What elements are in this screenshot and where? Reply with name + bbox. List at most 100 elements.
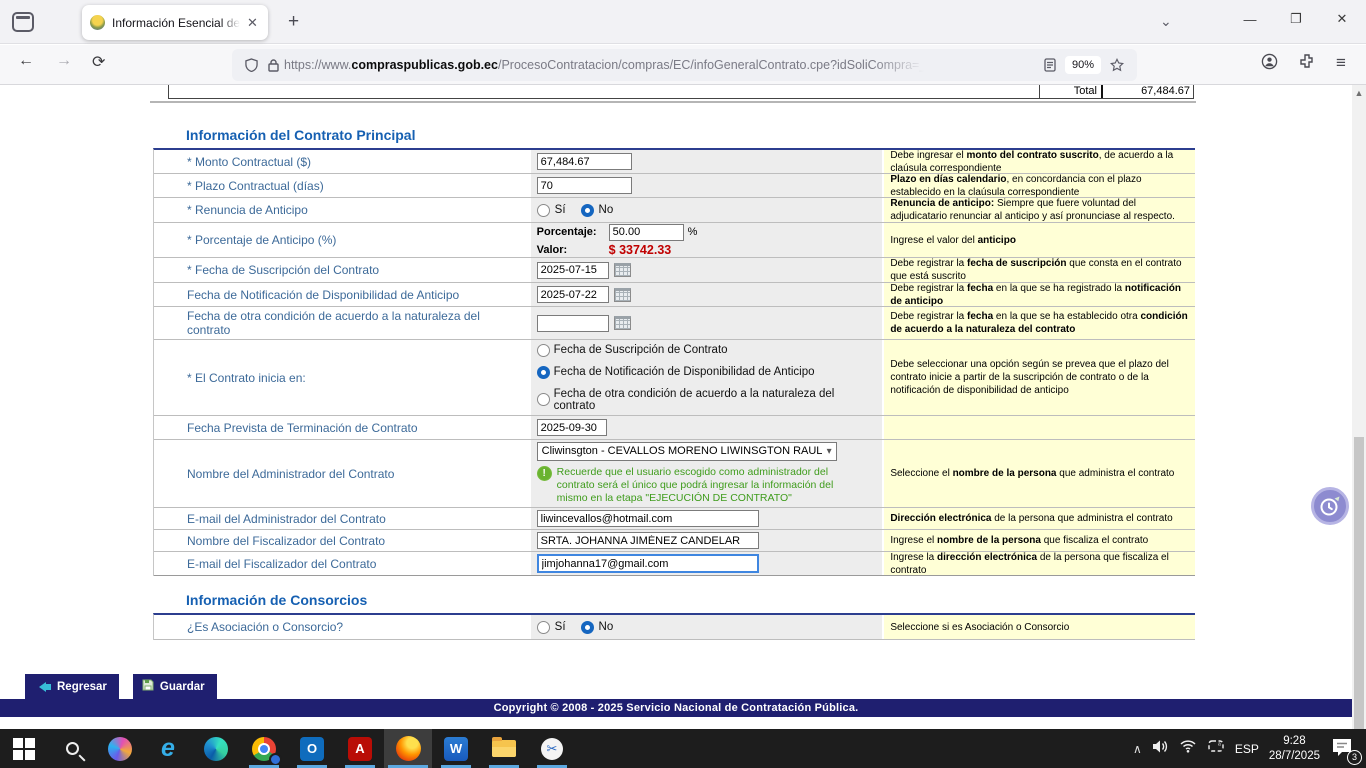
- url-text: https://www.compraspublicas.gob.ec/Proce…: [284, 58, 924, 72]
- restore-button[interactable]: ❐: [1273, 0, 1319, 38]
- field-help: Debe ingresar el monto del contrato susc…: [882, 150, 1195, 173]
- back-arrow-icon: [34, 682, 51, 692]
- calendar-icon[interactable]: [614, 316, 631, 330]
- shield-icon[interactable]: [245, 58, 258, 72]
- row-fecha-prevista-terminacion: Fecha Prevista de Terminación de Contrat…: [154, 416, 1195, 440]
- row-fecha-otra-condicion: Fecha de otra condición de acuerdo a la …: [154, 307, 1195, 340]
- row-porcentaje-anticipo: * Porcentaje de Anticipo (%) Porcentaje:…: [154, 223, 1195, 258]
- floating-timer-widget[interactable]: [1311, 487, 1349, 525]
- scroll-up-arrow-icon[interactable]: ▲: [1352, 85, 1366, 98]
- email-administrador-input[interactable]: [537, 510, 759, 527]
- consorcio-si-radio[interactable]: [537, 621, 550, 634]
- wifi-icon[interactable]: [1179, 739, 1197, 758]
- radio-label-no: No: [599, 204, 614, 216]
- fecha-notificacion-input[interactable]: [537, 286, 609, 303]
- acrobat-icon[interactable]: A: [336, 729, 384, 768]
- forward-button[interactable]: →: [56, 52, 72, 70]
- back-button[interactable]: ←: [18, 52, 34, 70]
- porcentaje-input[interactable]: [609, 224, 684, 241]
- snipping-tool-icon[interactable]: ✂: [528, 729, 576, 768]
- fiscalizador-nombre-input[interactable]: [537, 532, 759, 549]
- zoom-level-button[interactable]: 90%: [1065, 56, 1101, 74]
- search-icon[interactable]: [48, 729, 96, 768]
- administrador-selected-value: Cliwinsgton - CEVALLOS MORENO LIWINSGTON…: [542, 445, 823, 457]
- field-label: * Fecha de Suscripción del Contrato: [154, 258, 531, 282]
- tab-close-icon[interactable]: ✕: [247, 16, 258, 29]
- monto-contractual-input[interactable]: [537, 153, 632, 170]
- calendar-icon[interactable]: [614, 288, 631, 302]
- browser-tab[interactable]: Información Esencial del Contra ✕: [82, 5, 268, 40]
- anticipo-valor: $ 33742.33: [609, 243, 672, 257]
- fecha-prevista-input[interactable]: [537, 419, 607, 436]
- connect-display-icon[interactable]: a: [1207, 739, 1225, 759]
- renuncia-no-radio[interactable]: [581, 204, 594, 217]
- field-label: * Monto Contractual ($): [154, 150, 531, 173]
- copilot-icon[interactable]: [96, 729, 144, 768]
- firefox-view-icon[interactable]: [12, 12, 34, 32]
- close-button[interactable]: ✕: [1319, 0, 1365, 38]
- plazo-contractual-input[interactable]: [537, 177, 632, 194]
- row-fecha-notificacion: Fecha de Notificación de Disponibilidad …: [154, 283, 1195, 307]
- fecha-suscripcion-input[interactable]: [537, 262, 609, 279]
- radio-label-no: No: [599, 621, 614, 633]
- field-label: Fecha de otra condición de acuerdo a la …: [154, 307, 531, 339]
- volume-icon[interactable]: [1152, 739, 1169, 759]
- field-help: Ingrese la dirección electrónica de la p…: [882, 552, 1195, 575]
- firefox-icon[interactable]: [384, 729, 432, 768]
- guardar-button[interactable]: Guardar: [133, 674, 217, 700]
- field-label: * Plazo Contractual (días): [154, 174, 531, 197]
- administrador-note: Recuerde que el usuario escogido como ad…: [557, 466, 867, 505]
- bookmark-star-icon[interactable]: [1110, 58, 1124, 72]
- lock-icon[interactable]: [268, 59, 279, 72]
- tray-chevron-up-icon[interactable]: ∧: [1133, 742, 1142, 756]
- inicia-opcion2-radio[interactable]: [537, 366, 550, 379]
- inicia-opcion1-radio[interactable]: [537, 344, 550, 357]
- scrollbar-thumb[interactable]: [1354, 437, 1364, 729]
- minimize-button[interactable]: —: [1227, 0, 1273, 38]
- porcentaje-label: Porcentaje:: [537, 226, 605, 238]
- menu-hamburger-icon[interactable]: ≡: [1336, 53, 1346, 73]
- edge-icon[interactable]: [192, 729, 240, 768]
- outlook-icon[interactable]: O: [288, 729, 336, 768]
- consorcio-no-radio[interactable]: [581, 621, 594, 634]
- internet-explorer-icon[interactable]: e: [144, 729, 192, 768]
- extensions-icon[interactable]: [1299, 53, 1315, 74]
- field-label: E-mail del Administrador del Contrato: [154, 508, 531, 529]
- language-indicator[interactable]: ESP: [1235, 742, 1259, 756]
- screen: Información Esencial del Contra ✕ + ⌄ — …: [0, 0, 1366, 768]
- url-bar[interactable]: https://www.compraspublicas.gob.ec/Proce…: [232, 49, 1137, 81]
- tray-date: 28/7/2025: [1269, 750, 1320, 762]
- email-fiscalizador-input[interactable]: [537, 554, 759, 573]
- inicia-opcion3-radio[interactable]: [537, 393, 550, 406]
- start-button[interactable]: [0, 729, 48, 768]
- administrador-select[interactable]: Cliwinsgton - CEVALLOS MORENO LIWINSGTON…: [537, 442, 837, 461]
- windows-taskbar: e O A W ✂ ∧ a ESP 9:28 28/7/2025 3: [0, 729, 1366, 768]
- row-email-administrador: E-mail del Administrador del Contrato Di…: [154, 508, 1195, 530]
- page-scrollbar[interactable]: ▲: [1352, 85, 1366, 729]
- clock[interactable]: 9:28 28/7/2025: [1269, 734, 1320, 764]
- chrome-icon[interactable]: [240, 729, 288, 768]
- reload-button[interactable]: ⟳: [92, 52, 105, 72]
- total-value: 67,484.67: [1101, 85, 1193, 98]
- file-explorer-icon[interactable]: [480, 729, 528, 768]
- field-label: ¿Es Asociación o Consorcio?: [154, 615, 531, 639]
- tab-list-chevron-icon[interactable]: ⌄: [1160, 13, 1172, 30]
- new-tab-button[interactable]: +: [288, 11, 299, 33]
- tray-time: 9:28: [1283, 735, 1305, 747]
- row-fiscalizador-contrato: Nombre del Fiscalizador del Contrato Ing…: [154, 530, 1195, 552]
- notifications-icon[interactable]: 3: [1330, 737, 1356, 761]
- renuncia-si-radio[interactable]: [537, 204, 550, 217]
- radio-label: Fecha de Suscripción de Contrato: [554, 344, 728, 356]
- account-icon[interactable]: [1261, 53, 1278, 75]
- row-administrador-contrato: Nombre del Administrador del Contrato Cl…: [154, 440, 1195, 508]
- field-label: Nombre del Administrador del Contrato: [154, 440, 531, 507]
- field-help: Ingrese el nombre de la persona que fisc…: [882, 530, 1195, 551]
- calendar-icon[interactable]: [614, 263, 631, 277]
- notifications-count-badge: 3: [1347, 750, 1362, 765]
- fecha-otra-condicion-input[interactable]: [537, 315, 609, 332]
- regresar-button[interactable]: Regresar: [25, 674, 119, 700]
- site-favicon: [90, 15, 105, 30]
- svg-text:a: a: [1218, 741, 1221, 747]
- word-icon[interactable]: W: [432, 729, 480, 768]
- reader-mode-icon[interactable]: [1044, 58, 1056, 72]
